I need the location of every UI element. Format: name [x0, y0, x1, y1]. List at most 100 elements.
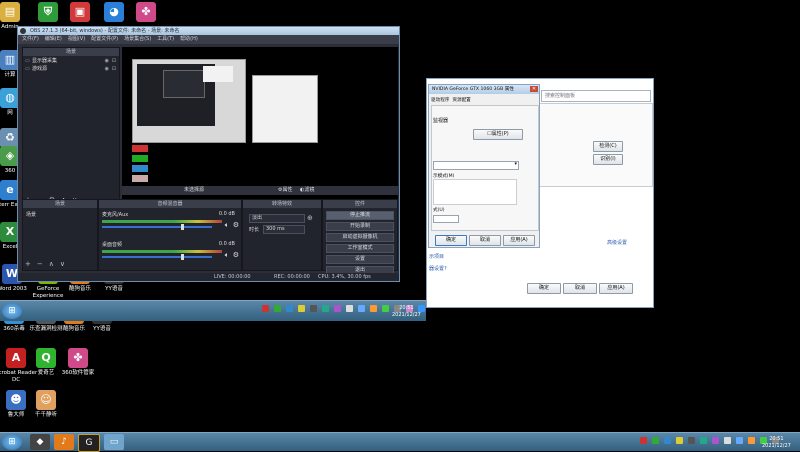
source-item[interactable]: ▭ 显示器采集 ◉ ⊡ [23, 57, 119, 65]
move-up-icon[interactable]: ∧ [49, 260, 54, 268]
desktop-icon-bottom-6-icon: ✤ [68, 348, 88, 368]
obs-window[interactable]: OBS 27.1.3 (64-bit, windows) - 配置文件: 未命名… [17, 26, 400, 282]
control-button[interactable]: 开始录制 [326, 222, 394, 231]
control-button[interactable]: 停止推流 [326, 211, 394, 220]
tray [640, 437, 779, 444]
mixer-track: 麦克风/Aux 0.0 dB 🔈︎ ⚙ [99, 209, 241, 239]
tray-icon[interactable] [712, 437, 719, 444]
dialog-ok-button[interactable]: 确定 [435, 235, 467, 246]
color-select[interactable] [433, 215, 459, 223]
remove-icon[interactable]: − [37, 260, 43, 268]
back-ok-button[interactable]: 确定 [527, 283, 561, 294]
volume-slider-thumb[interactable] [181, 254, 185, 260]
tray-icon[interactable] [286, 305, 293, 312]
speaker-icon[interactable]: 🔈︎ [225, 251, 229, 260]
gpu-properties-dialog[interactable]: NVIDIA GeForce GTX 1060 3GB 属性 ✕ 驱动程序 资源… [428, 84, 540, 248]
tray-icon[interactable] [676, 437, 683, 444]
tray-icon[interactable] [274, 305, 281, 312]
preview-icons [132, 145, 148, 191]
advanced-settings-link[interactable]: 高级设置 [607, 239, 627, 246]
desktop-icon-left-0-icon: ▤ [0, 2, 20, 22]
volume-slider[interactable] [102, 254, 212, 260]
tray-icon[interactable] [724, 437, 731, 444]
obs-menu-item[interactable]: 工具(T) [157, 35, 174, 44]
obs-menu-item[interactable]: 配置文件(P) [91, 35, 118, 44]
control-button[interactable]: 启动虚拟摄像机 [326, 233, 394, 242]
desktop-icon-bottom-label: 360软件管家 [61, 370, 95, 376]
duration-input[interactable]: 300 ms [263, 225, 305, 234]
properties-button[interactable]: ⚙属性 [278, 186, 293, 195]
scene-dock-buttons: + − ∧ ∨ [25, 260, 65, 268]
tray-icon[interactable] [310, 305, 317, 312]
dialog-apply-button[interactable]: 应用(A) [503, 235, 535, 246]
tab-driver[interactable]: 驱动程序 [431, 97, 449, 103]
tray-icon[interactable] [346, 305, 353, 312]
inner-start-icon[interactable]: ⊞ [2, 303, 22, 319]
lock-icon[interactable]: ⊡ [112, 57, 116, 65]
obs-menu-item[interactable]: 场景集合(S) [124, 35, 151, 44]
live-status: LIVE: 00:00:00 [214, 274, 251, 280]
lock-icon[interactable]: ⊡ [112, 65, 116, 73]
gear-icon[interactable]: ⚙ [233, 221, 239, 229]
desktop-icon-top-3[interactable]: ✤ [124, 2, 168, 24]
taskbar-app-1-icon[interactable]: ◆ [30, 434, 50, 450]
desktop-icon-bottom-8[interactable]: ☺ 千千静听 [24, 390, 68, 419]
move-down-icon[interactable]: ∨ [60, 260, 65, 268]
tray-icon[interactable] [700, 437, 707, 444]
dialog-cancel-button[interactable]: 取消 [469, 235, 501, 246]
close-icon[interactable]: ✕ [530, 86, 538, 92]
mode-select[interactable]: ▾ [433, 161, 519, 170]
tray-icon[interactable] [358, 305, 365, 312]
obs-menu-item[interactable]: 编辑(E) [45, 35, 62, 44]
identify-button[interactable]: 识别(I) [593, 154, 623, 165]
tray-icon[interactable] [664, 437, 671, 444]
clock[interactable]: 20:51 2021/12/27 [762, 436, 791, 449]
properties-button[interactable]: ☐属性(P) [473, 129, 523, 140]
tray-icon[interactable] [298, 305, 305, 312]
gear-icon[interactable]: ⚙ [233, 251, 239, 259]
transition-select[interactable]: 淡出 [249, 214, 305, 223]
tray-icon[interactable] [262, 305, 269, 312]
mixer-dock: 音频混音器 麦克风/Aux 0.0 dB 🔈︎ ⚙ 桌面音频 0.0 dB 🔈︎ ⚙ [98, 199, 242, 271]
taskbar-kugou-icon[interactable]: ♪ [54, 434, 74, 450]
control-button[interactable]: 设置 [326, 255, 394, 264]
control-button[interactable]: 工作室模式 [326, 244, 394, 253]
obs-menu-item[interactable]: 帮助(H) [180, 35, 198, 44]
taskbar-window-icon[interactable]: ▭ [104, 434, 124, 450]
filters-button[interactable]: ◐滤镜 [300, 186, 314, 195]
tray-icon[interactable] [382, 305, 389, 312]
inner-clock[interactable]: 20:51 2021/12/27 [392, 305, 421, 318]
scene-list-item[interactable]: 场景 [23, 209, 97, 220]
display-items-link[interactable]: 示项目 [429, 253, 444, 260]
desktop-icon-bottom-7-icon: ☻ [6, 390, 26, 410]
add-icon[interactable]: + [25, 260, 31, 268]
mixer-track: 桌面音频 0.0 dB 🔈︎ ⚙ [99, 239, 241, 269]
tray-icon[interactable] [688, 437, 695, 444]
mixer-track-name: 麦克风/Aux [102, 212, 129, 218]
source-item[interactable]: ▭ 游戏源 ◉ ⊡ [23, 65, 119, 73]
volume-slider[interactable] [102, 224, 212, 230]
obs-menu-item[interactable]: 文件(F) [22, 35, 39, 44]
desktop-icon-bottom-6[interactable]: ✤ 360软件管家 [56, 348, 100, 377]
back-cancel-button[interactable]: 取消 [563, 283, 597, 294]
back-apply-button[interactable]: 应用(A) [599, 283, 633, 294]
start-icon[interactable]: ⊞ [2, 434, 22, 450]
tray-icon[interactable] [334, 305, 341, 312]
monitor-settings-link[interactable]: 器设置? [429, 265, 447, 272]
tray-icon[interactable] [748, 437, 755, 444]
tray-icon[interactable] [322, 305, 329, 312]
tab-resources[interactable]: 资源配置 [452, 97, 470, 103]
tray-icon[interactable] [370, 305, 377, 312]
detect-button[interactable]: 检测(C) [593, 141, 623, 152]
transition-add-icon[interactable]: ⊕ [307, 214, 313, 222]
volume-slider-thumb[interactable] [181, 224, 185, 230]
search-box[interactable]: 搜索控制面板 [541, 90, 651, 102]
tray-icon[interactable] [736, 437, 743, 444]
taskbar-yy-icon[interactable]: G [78, 434, 100, 452]
tray-icon[interactable] [652, 437, 659, 444]
tray-icon[interactable] [640, 437, 647, 444]
eye-icon[interactable]: ◉ [105, 65, 109, 73]
speaker-icon[interactable]: 🔈︎ [225, 221, 229, 230]
eye-icon[interactable]: ◉ [105, 57, 109, 65]
obs-menu-item[interactable]: 视图(V) [68, 35, 85, 44]
